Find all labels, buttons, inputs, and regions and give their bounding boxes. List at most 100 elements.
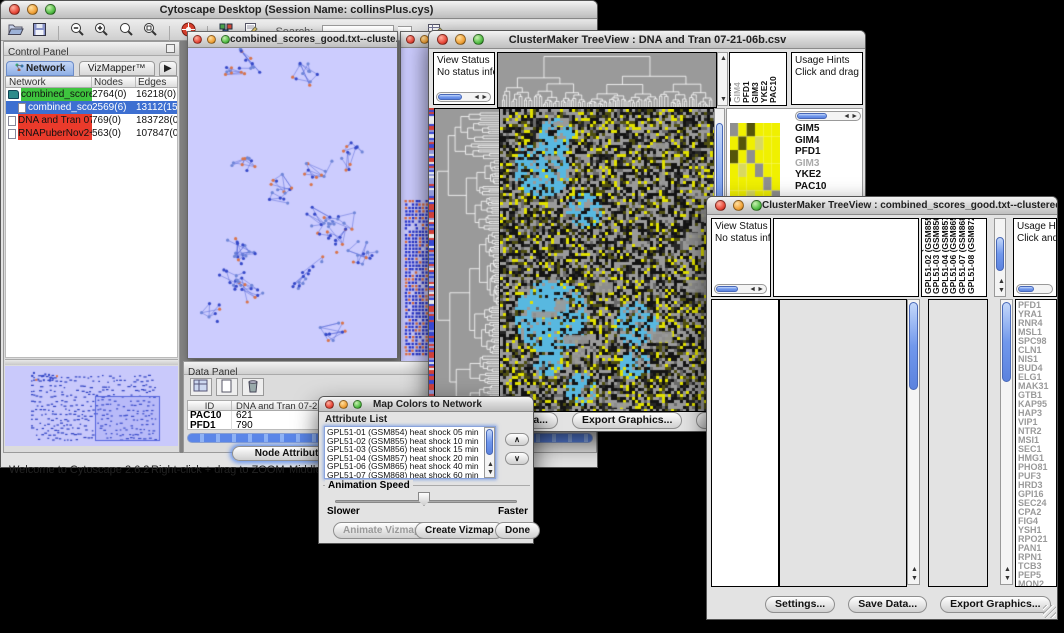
zoom-vscrollbar[interactable]: ▲▼ xyxy=(1000,299,1013,585)
open-session-button[interactable] xyxy=(5,21,25,39)
attribute-list-item[interactable]: GPL51-07 (GSM868) heat shock 60 min xyxy=(327,471,493,479)
row-dendrogram[interactable] xyxy=(434,108,500,412)
close-button[interactable] xyxy=(715,200,726,211)
float-panel-icon[interactable] xyxy=(166,44,175,53)
close-button[interactable] xyxy=(9,4,20,15)
treeview-button[interactable]: Export Graphics... xyxy=(572,412,682,429)
network-table-row[interactable]: combined_sco 2569(6) 13112(15) xyxy=(6,101,177,114)
network-table-row[interactable]: combined_scores 2764(0) 16218(0) xyxy=(6,88,177,101)
desktop: { "colors": { "accent_blue":"#3d6fd1", "… xyxy=(0,0,1064,633)
gene-label[interactable]: YKE2 xyxy=(795,169,861,181)
close-button[interactable] xyxy=(406,35,415,44)
column-labels-vscrollbar[interactable]: ▲▼ xyxy=(994,218,1006,297)
column-labels-rotated: GIM5GIM4PFD1GIM3YKE2PAC10 xyxy=(729,52,787,106)
slider-min-label: Slower xyxy=(327,506,360,517)
network-table-header: Network Nodes Edges xyxy=(5,76,178,88)
zoom-selected-icon[interactable] xyxy=(141,21,161,39)
speed-slider-thumb[interactable] xyxy=(418,492,430,506)
treeview-combined-buttons: Settings... Save Data... Export Graphics..… xyxy=(765,596,1055,616)
network-icon xyxy=(8,129,16,139)
main-titlebar[interactable]: Cytoscape Desktop (Session Name: collins… xyxy=(1,1,597,19)
column-tree-scroll-strip[interactable]: ▲▼ xyxy=(717,52,728,106)
status-hint-zoom: Right-click + drag to ZOOM xyxy=(151,464,285,476)
treeview-combined-title: ClusterMaker TreeView : combined_scores_… xyxy=(762,200,1057,211)
resize-grip[interactable] xyxy=(1043,605,1056,618)
zoom-button[interactable] xyxy=(353,400,362,409)
minimize-button[interactable] xyxy=(339,400,348,409)
heatmap-global[interactable] xyxy=(779,299,907,587)
zoom-out-icon[interactable] xyxy=(67,21,87,39)
new-attribute-icon[interactable] xyxy=(216,378,238,396)
zoom-button[interactable] xyxy=(45,4,56,15)
view-status-hscrollbar[interactable]: ◄► xyxy=(714,284,767,294)
row-dendrogram[interactable] xyxy=(711,299,779,587)
minimize-button[interactable] xyxy=(27,4,38,15)
gene-label[interactable]: PFD1 xyxy=(795,146,861,158)
column-tree-area[interactable] xyxy=(773,218,919,297)
zoom-button[interactable] xyxy=(221,35,230,44)
gene-label[interactable]: GIM4 xyxy=(795,135,861,147)
network-table-row[interactable]: DNA and Tran 07 769(0) 183728(0) xyxy=(6,114,177,127)
done-button[interactable]: Done xyxy=(495,522,540,539)
heatmap-global[interactable] xyxy=(499,108,715,412)
view-status-box: View Status No status info f ◄► xyxy=(433,52,495,105)
minimize-button[interactable] xyxy=(733,200,744,211)
treeview-button[interactable]: Save Data... xyxy=(848,596,927,613)
attribute-list[interactable]: GPL51-01 (GSM854) heat shock 05 minGPL51… xyxy=(324,426,496,479)
network-canvas[interactable] xyxy=(188,48,397,358)
close-button[interactable] xyxy=(437,34,448,45)
treeview-dna-title: ClusterMaker TreeView : DNA and Tran 07-… xyxy=(484,34,811,46)
gene-label[interactable]: GIM5 xyxy=(795,123,861,135)
zoom-in-icon[interactable] xyxy=(92,21,112,39)
gene-label[interactable]: MON2 xyxy=(1018,580,1056,587)
animation-speed-label: Animation Speed xyxy=(325,480,413,491)
usage-hints-hscrollbar[interactable] xyxy=(1016,284,1053,294)
minimize-button[interactable] xyxy=(207,35,216,44)
treeview-button[interactable]: Settings... xyxy=(765,596,835,613)
save-session-button[interactable] xyxy=(29,21,49,39)
delete-attribute-icon[interactable] xyxy=(242,378,264,396)
zoom-hscrollbar[interactable]: ◄► xyxy=(795,111,861,121)
column-dendrogram[interactable] xyxy=(497,52,717,108)
dialog-title: Map Colors to Network xyxy=(362,399,493,410)
network-icon xyxy=(8,90,19,99)
attribute-list-label: Attribute List xyxy=(325,414,387,425)
move-up-button[interactable]: ∧ xyxy=(505,433,529,446)
network-icon xyxy=(18,103,26,113)
usage-hints-box: Usage Hi Click and xyxy=(1013,218,1057,297)
gene-label-list: GIM5GIM4PFD1GIM3YKE2PAC10 xyxy=(795,123,861,192)
tab-vizmapper[interactable]: VizMapper™ xyxy=(79,61,155,76)
network-overview[interactable] xyxy=(5,366,178,446)
tab-overflow-arrow[interactable]: ▶ xyxy=(159,61,177,76)
column-labels-rotated: GPL51-01 (GSM854)GPL51-02 (GSM855)GPL51-… xyxy=(921,218,987,297)
network-table-row[interactable]: RNAPuberNov2+ 563(0) 107847(0) xyxy=(6,127,177,140)
heatmap-zoom-matrix[interactable] xyxy=(730,123,780,204)
zoom-fit-icon[interactable] xyxy=(116,21,136,39)
heatmap-vscrollbar[interactable]: ▲▼ xyxy=(907,299,920,585)
move-down-button[interactable]: ∨ xyxy=(505,452,529,465)
gene-label[interactable]: PAC10 xyxy=(795,181,861,193)
network-view-window-1: combined_scores_good.txt--cluste... xyxy=(187,31,398,359)
minimize-button[interactable] xyxy=(455,34,466,45)
table-icon[interactable] xyxy=(190,378,212,396)
view-status-box: View Status No status info f ◄► xyxy=(711,218,771,297)
usage-hints-box: Usage Hints Click and drag to xyxy=(791,52,863,105)
data-panel-title: Data Panel xyxy=(184,367,237,378)
attribute-list-vscrollbar[interactable]: ▲▼ xyxy=(484,427,495,478)
zoom-button[interactable] xyxy=(473,34,484,45)
gene-label[interactable]: GIM3 xyxy=(795,158,861,170)
zoom-button[interactable] xyxy=(751,200,762,211)
close-button[interactable] xyxy=(325,400,334,409)
window-controls xyxy=(1,4,56,15)
close-button[interactable] xyxy=(193,35,202,44)
tab-network[interactable]: Network xyxy=(6,61,74,76)
panel-splitter[interactable] xyxy=(5,359,178,365)
slider-max-label: Faster xyxy=(498,506,528,517)
network-view-title: combined_scores_good.txt--cluste... xyxy=(230,34,397,45)
create-vizmap-button[interactable]: Create Vizmap xyxy=(415,522,504,539)
treeview-button[interactable]: Export Graphics... xyxy=(940,596,1050,613)
heatmap-zoom[interactable] xyxy=(928,299,988,587)
control-panel-title: Control Panel xyxy=(4,47,69,58)
view-status-hscrollbar[interactable]: ◄► xyxy=(436,92,491,102)
toolbar-separator xyxy=(58,26,59,42)
